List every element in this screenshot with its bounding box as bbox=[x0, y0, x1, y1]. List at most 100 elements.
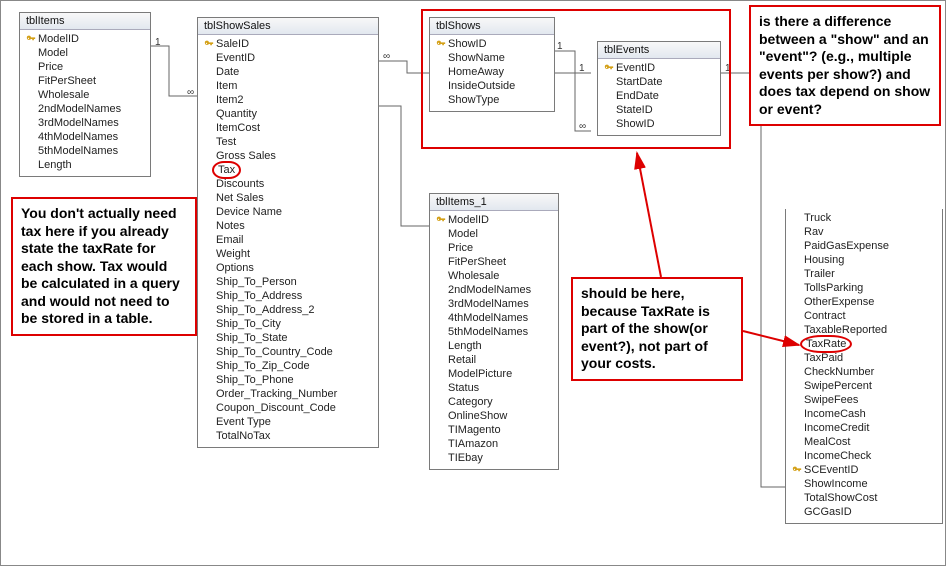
field-row[interactable]: Price bbox=[20, 60, 150, 74]
field-row[interactable]: 4thModelNames bbox=[430, 311, 558, 325]
field-row[interactable]: Retail bbox=[430, 353, 558, 367]
field-row[interactable]: 3rdModelNames bbox=[430, 297, 558, 311]
field-row[interactable]: 5thModelNames bbox=[20, 144, 150, 158]
field-row[interactable]: IncomeCredit bbox=[786, 421, 942, 435]
field-name: EventID bbox=[216, 51, 255, 65]
field-row[interactable]: SwipePercent bbox=[786, 379, 942, 393]
field-row[interactable]: Date bbox=[198, 65, 378, 79]
field-row[interactable]: Coupon_Discount_Code bbox=[198, 401, 378, 415]
field-row[interactable]: ItemCost bbox=[198, 121, 378, 135]
field-name: StartDate bbox=[616, 75, 662, 89]
field-row[interactable]: Item2 bbox=[198, 93, 378, 107]
field-row[interactable]: Ship_To_Phone bbox=[198, 373, 378, 387]
field-row[interactable]: 2ndModelNames bbox=[20, 102, 150, 116]
field-row[interactable]: SCEventID bbox=[786, 463, 942, 477]
field-row[interactable]: TIMagento bbox=[430, 423, 558, 437]
field-row[interactable]: Email bbox=[198, 233, 378, 247]
field-row[interactable]: EventID bbox=[198, 51, 378, 65]
field-row[interactable]: ShowID bbox=[598, 117, 720, 131]
field-row[interactable]: OnlineShow bbox=[430, 409, 558, 423]
field-row[interactable]: Model bbox=[430, 227, 558, 241]
field-row[interactable]: EventID bbox=[598, 61, 720, 75]
field-row[interactable]: 4thModelNames bbox=[20, 130, 150, 144]
field-row[interactable]: PaidGasExpense bbox=[786, 239, 942, 253]
field-row[interactable]: Contract bbox=[786, 309, 942, 323]
field-row[interactable]: FitPerSheet bbox=[430, 255, 558, 269]
field-row[interactable]: SaleID bbox=[198, 37, 378, 51]
field-row[interactable]: TaxRate bbox=[786, 337, 942, 351]
table-tblEvents[interactable]: tblEvents EventIDStartDateEndDateStateID… bbox=[597, 41, 721, 136]
field-row[interactable]: ShowType bbox=[430, 93, 554, 107]
field-row[interactable]: Net Sales bbox=[198, 191, 378, 205]
field-row[interactable]: ModelID bbox=[20, 32, 150, 46]
field-name: SaleID bbox=[216, 37, 249, 51]
table-tblShowSales[interactable]: tblShowSales SaleIDEventIDDateItemItem2Q… bbox=[197, 17, 379, 448]
field-row[interactable]: Housing bbox=[786, 253, 942, 267]
field-row[interactable]: Category bbox=[430, 395, 558, 409]
field-row[interactable]: Length bbox=[20, 158, 150, 172]
field-row[interactable]: Ship_To_State bbox=[198, 331, 378, 345]
field-row[interactable]: Order_Tracking_Number bbox=[198, 387, 378, 401]
field-row[interactable]: ShowName bbox=[430, 51, 554, 65]
field-row[interactable]: EndDate bbox=[598, 89, 720, 103]
field-row[interactable]: Model bbox=[20, 46, 150, 60]
field-row[interactable]: OtherExpense bbox=[786, 295, 942, 309]
table-costs[interactable]: TruckRavPaidGasExpenseHousingTrailerToll… bbox=[785, 209, 943, 524]
field-row[interactable]: Test bbox=[198, 135, 378, 149]
field-row[interactable]: Ship_To_Person bbox=[198, 275, 378, 289]
field-row[interactable]: Ship_To_City bbox=[198, 317, 378, 331]
field-row[interactable]: IncomeCheck bbox=[786, 449, 942, 463]
field-row[interactable]: Ship_To_Zip_Code bbox=[198, 359, 378, 373]
field-row[interactable]: Device Name bbox=[198, 205, 378, 219]
field-row[interactable]: Wholesale bbox=[20, 88, 150, 102]
field-row[interactable]: ModelID bbox=[430, 213, 558, 227]
field-name: Email bbox=[216, 233, 244, 247]
field-row[interactable]: TIAmazon bbox=[430, 437, 558, 451]
field-row[interactable]: InsideOutside bbox=[430, 79, 554, 93]
field-row[interactable]: Ship_To_Address bbox=[198, 289, 378, 303]
field-row[interactable]: Item bbox=[198, 79, 378, 93]
field-row[interactable]: 5thModelNames bbox=[430, 325, 558, 339]
field-row[interactable]: FitPerSheet bbox=[20, 74, 150, 88]
field-row[interactable]: StartDate bbox=[598, 75, 720, 89]
field-row[interactable]: Discounts bbox=[198, 177, 378, 191]
field-row[interactable]: Event Type bbox=[198, 415, 378, 429]
field-row[interactable]: 2ndModelNames bbox=[430, 283, 558, 297]
field-row[interactable]: TaxPaid bbox=[786, 351, 942, 365]
field-row[interactable]: TotalNoTax bbox=[198, 429, 378, 443]
field-row[interactable]: Weight bbox=[198, 247, 378, 261]
table-tblShows[interactable]: tblShows ShowIDShowNameHomeAwayInsideOut… bbox=[429, 17, 555, 112]
field-row[interactable]: CheckNumber bbox=[786, 365, 942, 379]
field-row[interactable]: TaxableReported bbox=[786, 323, 942, 337]
field-row[interactable]: TollsParking bbox=[786, 281, 942, 295]
field-row[interactable]: Notes bbox=[198, 219, 378, 233]
field-row[interactable]: IncomeCash bbox=[786, 407, 942, 421]
field-row[interactable]: 3rdModelNames bbox=[20, 116, 150, 130]
field-row[interactable]: TIEbay bbox=[430, 451, 558, 465]
field-name: ModelID bbox=[38, 32, 79, 46]
field-row[interactable]: Ship_To_Country_Code bbox=[198, 345, 378, 359]
field-row[interactable]: StateID bbox=[598, 103, 720, 117]
field-row[interactable]: ModelPicture bbox=[430, 367, 558, 381]
field-row[interactable]: HomeAway bbox=[430, 65, 554, 79]
field-row[interactable]: Status bbox=[430, 381, 558, 395]
table-tblItems_1[interactable]: tblItems_1 ModelIDModelPriceFitPerSheetW… bbox=[429, 193, 559, 470]
field-row[interactable]: Truck bbox=[786, 211, 942, 225]
field-row[interactable]: SwipeFees bbox=[786, 393, 942, 407]
field-row[interactable]: ShowID bbox=[430, 37, 554, 51]
field-row[interactable]: Trailer bbox=[786, 267, 942, 281]
field-row[interactable]: Quantity bbox=[198, 107, 378, 121]
field-row[interactable]: MealCost bbox=[786, 435, 942, 449]
field-row[interactable]: Wholesale bbox=[430, 269, 558, 283]
field-row[interactable]: Ship_To_Address_2 bbox=[198, 303, 378, 317]
field-name: ItemCost bbox=[216, 121, 260, 135]
field-row[interactable]: Options bbox=[198, 261, 378, 275]
field-row[interactable]: Rav bbox=[786, 225, 942, 239]
field-row[interactable]: Tax bbox=[198, 163, 378, 177]
field-row[interactable]: Length bbox=[430, 339, 558, 353]
field-row[interactable]: Price bbox=[430, 241, 558, 255]
table-tblItems[interactable]: tblItems ModelIDModelPriceFitPerSheetWho… bbox=[19, 12, 151, 177]
field-row[interactable]: TotalShowCost bbox=[786, 491, 942, 505]
field-row[interactable]: ShowIncome bbox=[786, 477, 942, 491]
field-row[interactable]: GCGasID bbox=[786, 505, 942, 519]
